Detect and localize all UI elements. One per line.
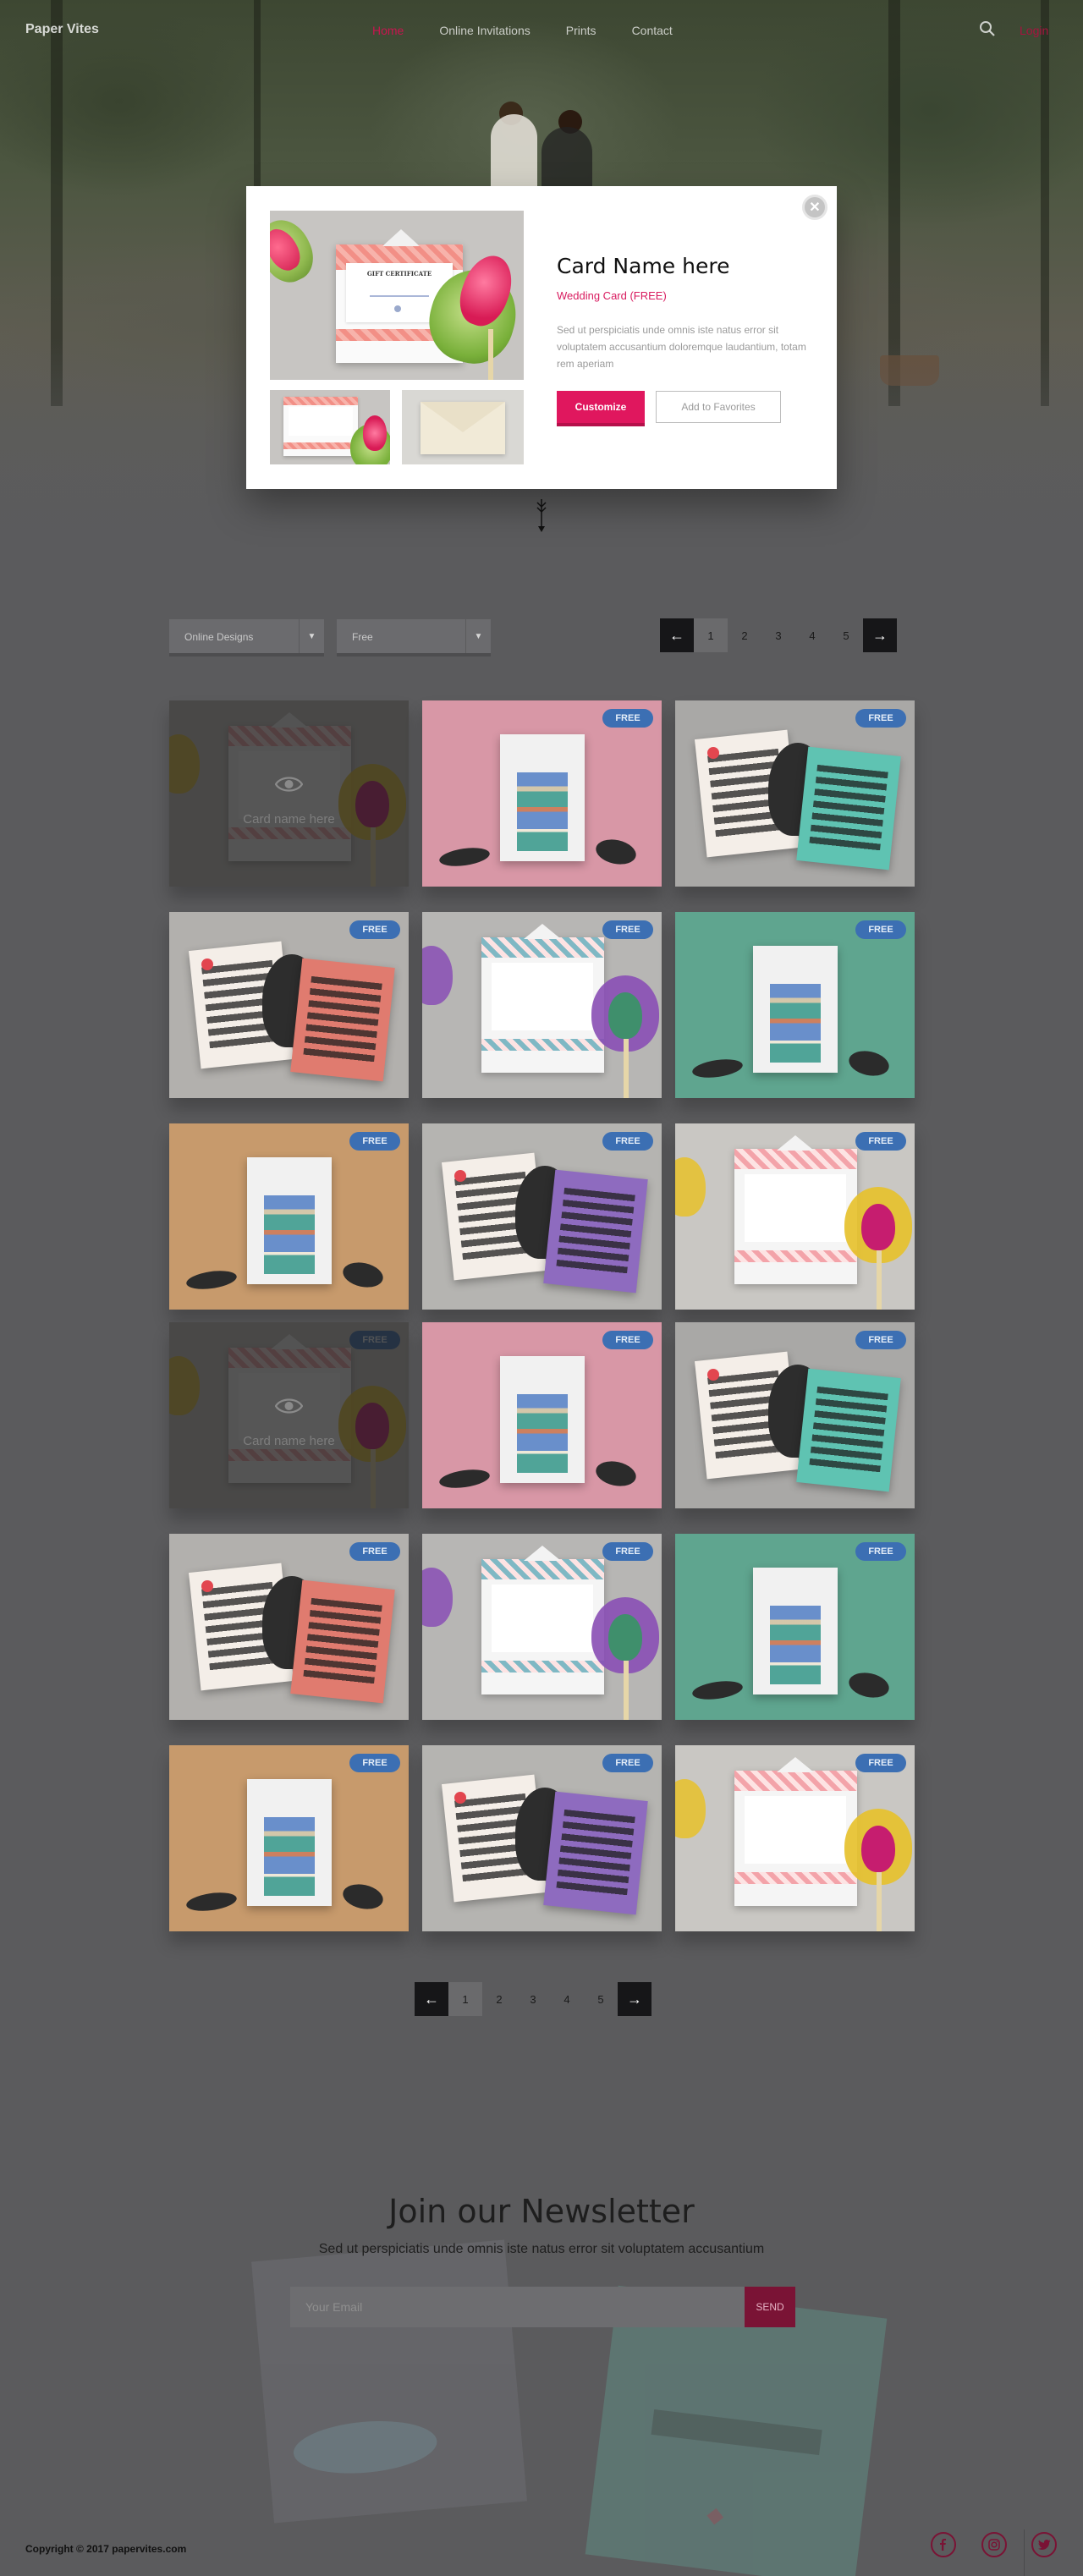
card-hover-overlay[interactable]: Card name here xyxy=(169,1322,409,1508)
page-number[interactable]: 2 xyxy=(482,1982,516,2016)
card-item[interactable]: FREE xyxy=(169,1534,409,1720)
card-item[interactable]: FREE xyxy=(422,1123,662,1310)
card-hover-overlay[interactable]: Card name here xyxy=(169,700,409,887)
card-item[interactable]: FREE xyxy=(169,1745,409,1931)
card-name-label: Card name here xyxy=(243,812,335,827)
free-badge: FREE xyxy=(349,920,400,939)
pagination-top: ← 1 2 3 4 5 → xyxy=(660,618,897,652)
eye-icon xyxy=(275,777,303,792)
nav-item-online-invitations[interactable]: Online Invitations xyxy=(439,24,530,37)
nav-item-prints[interactable]: Prints xyxy=(566,24,596,37)
top-navigation: Paper Vites Home Online Invitations Prin… xyxy=(0,0,1083,59)
close-icon[interactable]: ✕ xyxy=(802,195,827,220)
card-item[interactable]: FREE xyxy=(422,1745,662,1931)
card-item[interactable]: FREE xyxy=(675,1745,915,1931)
page-number[interactable]: 5 xyxy=(584,1982,618,2016)
newsletter-title: Join our Newsletter xyxy=(388,2193,695,2230)
card-item[interactable]: FREE xyxy=(675,1322,915,1508)
page-number[interactable]: 3 xyxy=(761,618,795,652)
card-name-label: Card name here xyxy=(243,1434,335,1448)
page-number[interactable]: 2 xyxy=(728,618,761,652)
nav-item-home[interactable]: Home xyxy=(372,24,404,37)
add-to-favorites-button[interactable]: Add to Favorites xyxy=(656,391,781,423)
twitter-icon[interactable] xyxy=(1031,2532,1057,2557)
card-item[interactable]: FREE xyxy=(169,912,409,1098)
card-preview-image: GIFT CERTIFICATE xyxy=(270,211,524,380)
free-badge: FREE xyxy=(855,709,906,728)
modal-card-category: Wedding Card (FREE) xyxy=(557,289,667,302)
decorative-card-image xyxy=(251,2239,527,2524)
prev-page-arrow-icon[interactable]: ← xyxy=(660,618,694,652)
page-number[interactable]: 4 xyxy=(550,1982,584,2016)
scroll-down-arrow-icon[interactable] xyxy=(534,499,549,533)
card-thumbnail-envelope[interactable] xyxy=(402,390,524,464)
card-item[interactable]: FREE xyxy=(675,700,915,887)
free-badge: FREE xyxy=(855,1331,906,1349)
chevron-down-icon: ▼ xyxy=(299,619,324,653)
prev-page-arrow-icon[interactable]: ← xyxy=(415,1982,448,2016)
next-page-arrow-icon[interactable]: → xyxy=(618,1982,651,2016)
free-badge: FREE xyxy=(855,1132,906,1151)
certificate-heading: GIFT CERTIFICATE xyxy=(366,270,432,277)
free-badge: FREE xyxy=(349,1542,400,1561)
page-number[interactable]: 3 xyxy=(516,1982,550,2016)
free-badge: FREE xyxy=(602,1754,653,1772)
free-badge: FREE xyxy=(602,1542,653,1561)
main-menu: Home Online Invitations Prints Contact xyxy=(372,24,708,37)
free-badge: FREE xyxy=(855,1754,906,1772)
pagination-bottom: ← 1 2 3 4 5 → xyxy=(415,1982,651,2016)
chevron-down-icon: ▼ xyxy=(465,619,491,653)
login-link[interactable]: Login xyxy=(1020,24,1048,37)
page-number[interactable]: 1 xyxy=(694,618,728,652)
card-item[interactable]: FREE xyxy=(422,700,662,887)
send-button[interactable]: SEND xyxy=(745,2287,795,2327)
newsletter-section: Join our Newsletter Sed ut perspiciatis … xyxy=(0,2132,1083,2576)
card-item[interactable]: FREE xyxy=(675,1123,915,1310)
email-input[interactable] xyxy=(290,2287,745,2327)
card-preview-modal: ✕ GIFT CERTIFICATE Card Name here Weddin… xyxy=(246,186,837,489)
free-badge: FREE xyxy=(602,1331,653,1349)
decorative-card-image xyxy=(585,2285,888,2576)
free-badge: FREE xyxy=(602,709,653,728)
site-logo[interactable]: Paper Vites xyxy=(25,22,99,37)
free-badge: FREE xyxy=(602,1132,653,1151)
newsletter-subtitle: Sed ut perspiciatis unde omnis iste natu… xyxy=(318,2242,765,2256)
page-number[interactable]: 5 xyxy=(829,618,863,652)
customize-button[interactable]: Customize xyxy=(557,391,645,423)
card-item[interactable]: FREE xyxy=(422,912,662,1098)
card-item[interactable]: FREE xyxy=(169,1123,409,1310)
modal-card-title: Card Name here xyxy=(557,254,730,278)
card-item[interactable]: FREECard name here xyxy=(169,1322,409,1508)
free-badge: FREE xyxy=(855,1542,906,1561)
card-item[interactable]: FREE xyxy=(422,1534,662,1720)
nav-item-contact[interactable]: Contact xyxy=(632,24,673,37)
search-icon[interactable] xyxy=(979,20,996,37)
card-item[interactable]: FREE xyxy=(422,1322,662,1508)
price-select[interactable]: Free ▼ xyxy=(337,619,491,653)
page-number[interactable]: 1 xyxy=(448,1982,482,2016)
free-badge: FREE xyxy=(602,920,653,939)
card-item[interactable]: FREE xyxy=(675,1534,915,1720)
eye-icon xyxy=(275,1398,303,1414)
next-page-arrow-icon[interactable]: → xyxy=(863,618,897,652)
copyright-text: Copyright © 2017 papervites.com xyxy=(25,2543,187,2555)
free-badge: FREE xyxy=(349,1754,400,1772)
instagram-icon[interactable] xyxy=(981,2532,1007,2557)
free-badge: FREE xyxy=(349,1132,400,1151)
card-item[interactable]: FREE xyxy=(675,912,915,1098)
modal-card-description: Sed ut perspiciatis unde omnis iste natu… xyxy=(557,324,806,370)
card-thumbnail-front[interactable] xyxy=(270,390,390,464)
page-number[interactable]: 4 xyxy=(795,618,829,652)
facebook-icon[interactable] xyxy=(931,2532,956,2557)
card-item[interactable]: Card name here xyxy=(169,700,409,887)
design-type-select[interactable]: Online Designs ▼ xyxy=(169,619,324,653)
free-badge: FREE xyxy=(855,920,906,939)
